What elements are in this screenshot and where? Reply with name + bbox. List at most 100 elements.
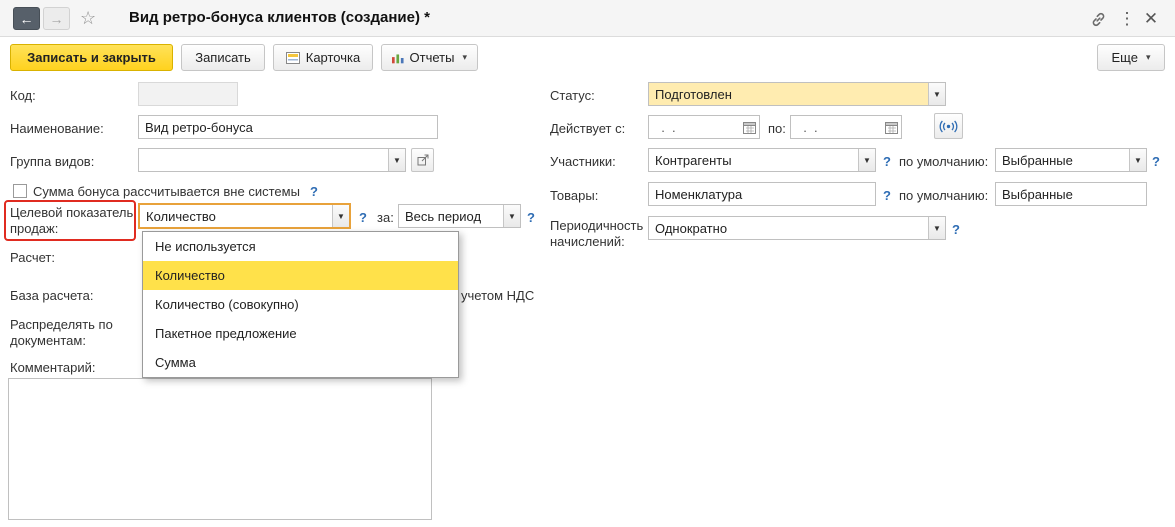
radio-waves-icon: [939, 120, 958, 133]
favorite-star-icon[interactable]: ☆: [80, 8, 96, 29]
calc-base-label: База расчета:: [10, 288, 93, 303]
group-combo[interactable]: ▼: [138, 148, 406, 172]
participants-label: Участники:: [550, 154, 616, 169]
periodicity-label-line1: Периодичность: [550, 218, 643, 233]
valid-from-label: Действует с:: [550, 121, 625, 136]
chevron-down-icon[interactable]: ▼: [388, 149, 405, 171]
group-open-button[interactable]: [411, 148, 434, 172]
back-arrow-icon: ←: [20, 11, 34, 27]
target-indicator-combo[interactable]: Количество ▼: [138, 203, 351, 229]
code-field[interactable]: [138, 82, 238, 106]
forward-button[interactable]: →: [43, 7, 70, 30]
more-actions-button[interactable]: Еще ▾: [1097, 44, 1165, 71]
goods-label: Товары:: [550, 188, 598, 203]
participants-value: Контрагенты: [649, 153, 858, 168]
help-icon[interactable]: ?: [952, 222, 960, 237]
forward-arrow-icon: →: [50, 11, 64, 27]
goods-default-field[interactable]: Выбранные: [995, 182, 1147, 206]
close-button[interactable]: ✕: [1141, 9, 1161, 29]
status-value: Подготовлен: [649, 87, 928, 102]
chevron-down-icon: ▾: [1146, 52, 1151, 63]
copy-link-button[interactable]: [1088, 9, 1108, 29]
distribute-label-line1: Распределять по: [10, 317, 113, 332]
period-value: Весь период: [399, 209, 503, 224]
target-label-line1: Целевой показатель: [10, 205, 133, 220]
dropdown-item[interactable]: Количество: [143, 261, 458, 290]
participants-default-label: по умолчанию:: [899, 154, 988, 169]
periodic-validity-button[interactable]: [934, 113, 963, 139]
chevron-down-icon[interactable]: ▼: [332, 205, 349, 227]
participants-default-value: Выбранные: [996, 153, 1129, 168]
chevron-down-icon: ▾: [462, 52, 467, 63]
help-icon[interactable]: ?: [1152, 154, 1160, 169]
chevron-down-icon[interactable]: ▼: [928, 83, 945, 105]
help-icon[interactable]: ?: [310, 184, 318, 199]
help-icon[interactable]: ?: [527, 210, 535, 225]
chevron-down-icon[interactable]: ▼: [1129, 149, 1146, 171]
status-combo[interactable]: Подготовлен ▼: [648, 82, 946, 106]
valid-from-value: . .: [649, 120, 740, 135]
group-label: Группа видов:: [10, 154, 94, 169]
dropdown-item[interactable]: Сумма: [143, 348, 458, 377]
target-indicator-value: Количество: [140, 209, 332, 224]
dropdown-item[interactable]: Количество (совокупно): [143, 290, 458, 319]
calc-label: Расчет:: [10, 250, 55, 265]
period-combo[interactable]: Весь период ▼: [398, 204, 521, 228]
more-actions-label: Еще: [1112, 50, 1138, 65]
valid-to-date-field[interactable]: . .: [790, 115, 902, 139]
dropdown-item[interactable]: Не используется: [143, 232, 458, 261]
comment-label: Комментарий:: [10, 360, 96, 375]
more-menu-button[interactable]: ⋮: [1117, 9, 1137, 29]
open-form-icon: [417, 154, 429, 166]
goods-default-label: по умолчанию:: [899, 188, 988, 203]
target-label-line2: продаж:: [10, 221, 58, 236]
chevron-down-icon[interactable]: ▼: [928, 217, 945, 239]
help-icon[interactable]: ?: [359, 210, 367, 225]
name-field[interactable]: Вид ретро-бонуса: [138, 115, 438, 139]
goods-field[interactable]: Номенклатура: [648, 182, 876, 206]
name-value: Вид ретро-бонуса: [139, 120, 437, 135]
calc-base-tail-text: учетом НДС: [461, 288, 534, 303]
card-button[interactable]: Карточка: [273, 44, 373, 71]
close-icon: ✕: [1144, 9, 1158, 29]
participants-combo[interactable]: Контрагенты ▼: [648, 148, 876, 172]
participants-default-combo[interactable]: Выбранные ▼: [995, 148, 1147, 172]
reports-button[interactable]: Отчеты ▾: [381, 44, 478, 71]
dropdown-item[interactable]: Пакетное предложение: [143, 319, 458, 348]
outside-system-checkbox[interactable]: [13, 184, 27, 198]
target-indicator-dropdown: Не используется Количество Количество (с…: [142, 231, 459, 378]
valid-from-date-field[interactable]: . .: [648, 115, 760, 139]
help-icon[interactable]: ?: [883, 188, 891, 203]
page-title: Вид ретро-бонуса клиентов (создание) *: [129, 9, 430, 26]
chevron-down-icon[interactable]: ▼: [503, 205, 520, 227]
save-button[interactable]: Записать: [181, 44, 265, 71]
bar-chart-icon: [392, 52, 404, 64]
calendar-icon[interactable]: [740, 116, 759, 138]
periodicity-label-line2: начислений:: [550, 234, 625, 249]
code-label: Код:: [10, 88, 36, 103]
card-label: Карточка: [306, 50, 360, 65]
comment-textarea[interactable]: [8, 378, 432, 520]
valid-to-label: по:: [768, 121, 786, 136]
link-icon: [1090, 11, 1107, 28]
window-titlebar: ← → ☆ Вид ретро-бонуса клиентов (создани…: [0, 0, 1175, 37]
chevron-down-icon[interactable]: ▼: [858, 149, 875, 171]
save-and-close-button[interactable]: Записать и закрыть: [10, 44, 173, 71]
periodicity-value: Однократно: [649, 221, 928, 236]
za-label: за:: [377, 210, 394, 225]
reports-label: Отчеты: [410, 50, 455, 65]
goods-default-value: Выбранные: [996, 187, 1146, 202]
outside-system-checkbox-label: Сумма бонуса рассчитывается вне системы: [33, 184, 300, 199]
distribute-label-line2: документам:: [10, 333, 86, 348]
help-icon[interactable]: ?: [883, 154, 891, 169]
kebab-icon: ⋮: [1119, 9, 1136, 29]
goods-value: Номенклатура: [649, 187, 875, 202]
save-label: Записать: [195, 50, 251, 65]
periodicity-combo[interactable]: Однократно ▼: [648, 216, 946, 240]
status-label: Статус:: [550, 88, 595, 103]
valid-to-value: . .: [791, 120, 882, 135]
save-and-close-label: Записать и закрыть: [27, 50, 156, 65]
back-button[interactable]: ←: [13, 7, 40, 30]
name-label: Наименование:: [10, 121, 104, 136]
calendar-icon[interactable]: [882, 116, 901, 138]
